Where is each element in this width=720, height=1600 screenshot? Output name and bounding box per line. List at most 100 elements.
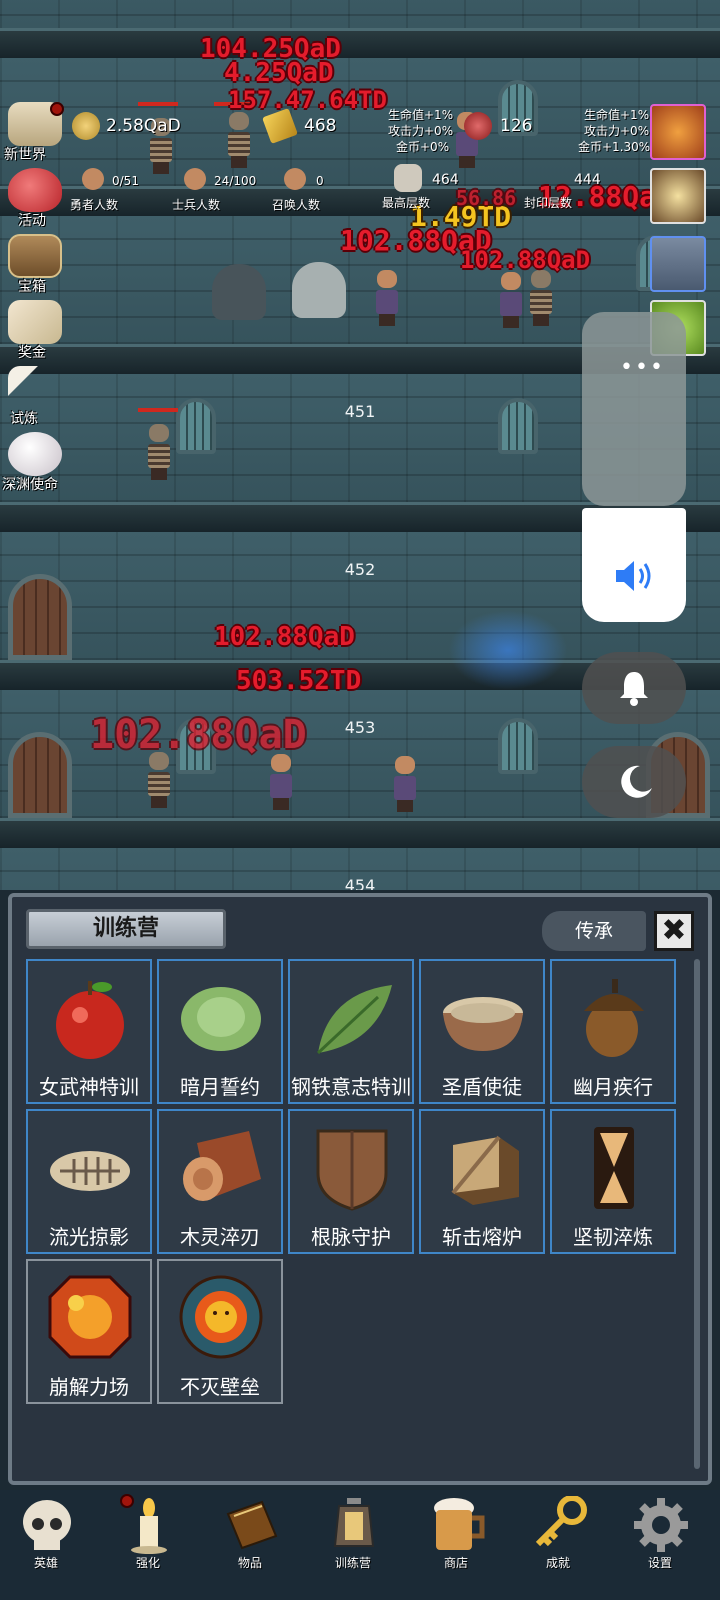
ring-mode-button[interactable]	[582, 652, 686, 724]
stone-icon	[394, 164, 422, 192]
porridge-bowl-icon	[443, 997, 523, 1051]
nav-heroes[interactable]: 英雄	[0, 1490, 96, 1590]
side-menu-abyss[interactable]: 深渊使命	[2, 430, 66, 493]
side-menu-treasure[interactable]: 宝箱	[4, 232, 66, 295]
side-menu-label: 试炼	[10, 411, 38, 427]
inherit-button[interactable]: 传承	[542, 911, 646, 951]
close-button[interactable]: ✖	[654, 911, 694, 951]
nav-label: 商店	[443, 1556, 468, 1570]
summon-count: 0	[316, 174, 324, 188]
side-menu-label: 奖金	[18, 345, 46, 361]
hero-character	[270, 754, 292, 810]
new-world-label: 新世界	[4, 147, 46, 163]
soldier-head-icon	[184, 168, 206, 190]
meat-amount: 126	[500, 116, 533, 136]
panel-scrollbar[interactable]	[694, 959, 700, 1469]
summon-head-icon	[284, 168, 306, 190]
wooden-shield-icon	[316, 1129, 388, 1211]
nav-enhance[interactable]: 强化	[98, 1490, 198, 1590]
acorn-icon	[584, 979, 644, 1057]
training-card[interactable]: 不灭壁垒	[157, 1259, 283, 1404]
nav-shop[interactable]: 商店	[406, 1490, 506, 1590]
ghost-enemy	[292, 262, 346, 318]
gold-amount: 2.58QaD	[106, 116, 181, 136]
training-name: 木灵淬刃	[180, 1225, 260, 1249]
key-icon	[535, 1496, 587, 1547]
blue-magic-effect	[448, 610, 568, 690]
floor-divider	[0, 818, 720, 848]
wood-log-icon	[183, 1131, 261, 1201]
floor-number: 452	[344, 560, 376, 579]
new-world-button[interactable]: 新世界	[4, 100, 66, 163]
seal-floor-label: 封印层数	[524, 196, 573, 210]
training-card[interactable]: 木灵淬刃	[157, 1109, 283, 1254]
training-card[interactable]: 斩击熔炉	[419, 1109, 545, 1254]
max-floor-label: 最高层数	[382, 196, 431, 210]
zombie-enemy	[530, 270, 552, 326]
training-name: 斩击熔炉	[442, 1225, 522, 1249]
max-floor-value: 464	[432, 172, 459, 188]
scroll-buff-slot[interactable]	[650, 236, 706, 292]
cabbage-icon	[181, 987, 261, 1051]
lava-orb-icon	[48, 1275, 132, 1359]
training-name: 坚韧淬炼	[573, 1225, 653, 1249]
volume-slider[interactable]	[582, 508, 686, 622]
training-name: 暗月誓约	[180, 1075, 260, 1099]
gold-bar-amount: 468	[304, 116, 337, 136]
training-name: 根脉守护	[311, 1225, 391, 1249]
orb-icon	[8, 432, 62, 476]
training-card[interactable]: 崩解力场	[26, 1259, 152, 1404]
training-card[interactable]: 坚韧淬炼	[550, 1109, 676, 1254]
speaker-icon	[616, 561, 651, 591]
floor-number: 453	[344, 718, 376, 737]
damage-number: 102.88QaD	[460, 246, 591, 274]
skeleton-enemy	[148, 424, 170, 480]
nav-training-camp[interactable]: 训练营	[303, 1490, 403, 1590]
witch-hero	[394, 756, 416, 812]
training-name: 钢铁意志特训	[291, 1075, 411, 1099]
side-menu-events[interactable]: 活动	[4, 166, 66, 229]
gear-icon	[634, 1498, 688, 1552]
training-card[interactable]: 暗月誓约	[157, 959, 283, 1104]
nav-settings[interactable]: 设置	[610, 1490, 710, 1590]
enemy-hp-bar	[138, 102, 178, 106]
candle-buff-slot[interactable]	[650, 168, 706, 224]
training-card[interactable]: 女武神特训	[26, 959, 152, 1104]
floor-number: 451	[344, 402, 376, 421]
hero-character	[500, 272, 522, 328]
apple-icon	[56, 981, 124, 1059]
soldier-count-label: 士兵人数	[172, 198, 221, 212]
side-menu-bonus[interactable]: 奖金	[4, 298, 66, 361]
dungeon-door	[8, 574, 72, 660]
damage-number: 4.25QaD	[224, 58, 334, 88]
damage-number: 157.47.64TD	[228, 86, 387, 114]
nav-label: 英雄	[33, 1556, 58, 1570]
skeleton-enemy	[148, 752, 170, 808]
buff-stat: 生命值+1%	[584, 108, 650, 122]
leaf-icon	[316, 985, 392, 1055]
pumpkin-buff-slot[interactable]	[650, 104, 706, 160]
nav-items[interactable]: 物品	[200, 1490, 300, 1590]
training-card[interactable]: 流光掠影	[26, 1109, 152, 1254]
fish-bone-icon	[50, 1151, 130, 1191]
sun-shield-icon	[179, 1275, 263, 1359]
damage-number: 102.88QaD	[214, 622, 355, 652]
training-card[interactable]: 钢铁意志特训	[288, 959, 414, 1104]
training-name: 流光掠影	[49, 1225, 129, 1249]
do-not-disturb-button[interactable]	[582, 746, 686, 818]
training-card[interactable]: 根脉守护	[288, 1109, 414, 1254]
hero-count: 0/51	[112, 174, 139, 188]
heart-icon	[8, 168, 62, 212]
training-name: 圣盾使徒	[442, 1075, 522, 1099]
more-options-icon[interactable]: •••	[620, 355, 665, 380]
training-name: 不灭壁垒	[180, 1375, 260, 1399]
training-card[interactable]: 幽月疾行	[550, 959, 676, 1104]
nav-achievements[interactable]: 成就	[508, 1490, 608, 1590]
side-menu-trial[interactable]: 试炼	[4, 364, 66, 427]
dungeon-door	[8, 732, 72, 818]
panel-title: 训练营	[26, 909, 226, 949]
damage-number: 56.86	[456, 186, 517, 210]
training-card[interactable]: 圣盾使徒	[419, 959, 545, 1104]
witch-hero	[376, 270, 398, 326]
meat-icon	[464, 112, 492, 140]
